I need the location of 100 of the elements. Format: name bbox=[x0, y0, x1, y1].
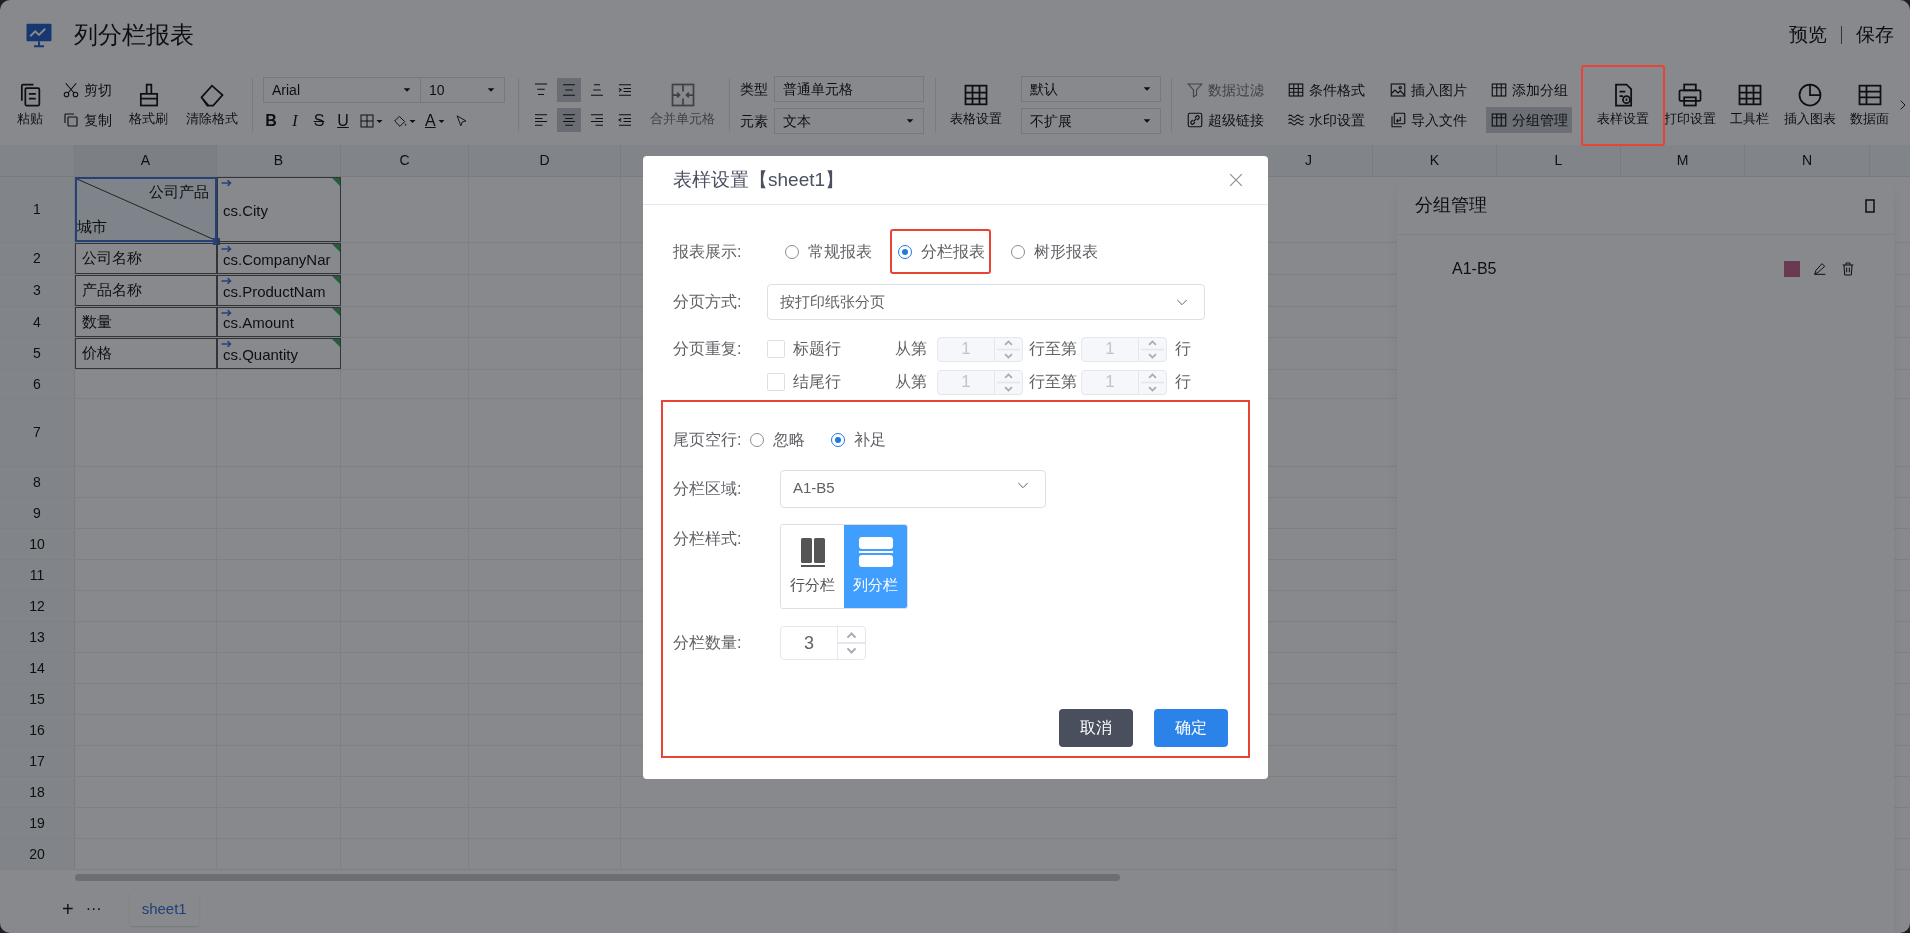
column-header[interactable]: C bbox=[341, 145, 469, 176]
row-header[interactable]: 15 bbox=[0, 684, 75, 714]
toolbar-button[interactable]: 插入图片 bbox=[1384, 77, 1471, 103]
table-cell[interactable]: cs.CompanyNar bbox=[217, 243, 341, 274]
row-header[interactable]: 11 bbox=[0, 560, 75, 590]
row-header[interactable]: 1 bbox=[0, 177, 75, 242]
dropdown-select[interactable]: 默认 bbox=[1021, 76, 1161, 102]
row-header[interactable]: 9 bbox=[0, 498, 75, 528]
table-cell[interactable]: cs.Amount bbox=[217, 307, 341, 337]
table-cell[interactable]: 公司产品 城市 bbox=[75, 177, 217, 242]
toolbar-button[interactable]: 数据面 bbox=[1846, 76, 1893, 134]
table-cell[interactable]: 数量 bbox=[75, 307, 217, 337]
toolbar-button[interactable]: 工具栏 bbox=[1726, 76, 1773, 134]
style-option[interactable]: 列分栏 bbox=[844, 525, 907, 608]
radio-option[interactable]: 补足 bbox=[831, 428, 886, 452]
column-header[interactable]: K bbox=[1373, 145, 1497, 176]
table-cell[interactable]: 公司名称 bbox=[75, 243, 217, 274]
dropdown-select[interactable]: 不扩展 bbox=[1021, 108, 1161, 134]
row-header[interactable]: 3 bbox=[0, 275, 75, 306]
table-cell[interactable]: cs.ProductNam bbox=[217, 275, 341, 306]
toolbar-button[interactable]: 插入图表 bbox=[1779, 76, 1840, 134]
size-select[interactable]: 10 bbox=[421, 77, 505, 103]
toolbar-button[interactable]: 表样设置 bbox=[1593, 76, 1653, 134]
color-swatch[interactable] bbox=[1784, 261, 1800, 277]
element-select[interactable]: 文本 bbox=[774, 108, 924, 134]
toolbar-button[interactable]: 清除格式 bbox=[181, 76, 242, 134]
radio-option[interactable]: 忽略 bbox=[750, 428, 805, 452]
toolbar-button[interactable]: 粘贴 bbox=[12, 76, 48, 134]
border-button[interactable] bbox=[359, 113, 384, 129]
group-name[interactable]: A1-B5 bbox=[1452, 257, 1497, 281]
column-header[interactable]: N bbox=[1745, 145, 1870, 176]
more-button[interactable]: ··· bbox=[85, 901, 102, 917]
fill-handle[interactable] bbox=[213, 238, 220, 245]
preview-button[interactable]: 预览 bbox=[1789, 20, 1827, 50]
area-select[interactable]: A1-B5 bbox=[780, 470, 1046, 508]
row-header[interactable]: 2 bbox=[0, 243, 75, 274]
row-header[interactable]: 14 bbox=[0, 653, 75, 683]
radio-option[interactable]: 树形报表 bbox=[1011, 240, 1098, 264]
column-header[interactable]: L bbox=[1497, 145, 1621, 176]
row-header[interactable]: 8 bbox=[0, 467, 75, 497]
format-button[interactable]: S bbox=[311, 109, 327, 133]
table-cell[interactable]: 价格 bbox=[75, 338, 217, 369]
radio-option[interactable]: 常规报表 bbox=[785, 240, 872, 264]
row-header[interactable]: 20 bbox=[0, 839, 75, 869]
table-cell[interactable]: cs.City bbox=[217, 177, 341, 242]
row-header[interactable]: 16 bbox=[0, 715, 75, 745]
table-cell[interactable]: 产品名称 bbox=[75, 275, 217, 306]
toolbar-button[interactable]: 分组管理 bbox=[1486, 107, 1572, 133]
column-header[interactable]: M bbox=[1621, 145, 1745, 176]
type-field[interactable]: 普通单元格 bbox=[774, 76, 924, 102]
pencil-icon[interactable] bbox=[1812, 261, 1828, 277]
arrow-icon bbox=[221, 246, 232, 252]
save-button[interactable]: 保存 bbox=[1856, 20, 1894, 50]
field-label: 类型 bbox=[740, 79, 768, 99]
cancel-button[interactable]: 取消 bbox=[1059, 709, 1133, 747]
font-select[interactable]: Arial bbox=[263, 77, 421, 103]
align-button[interactable] bbox=[557, 108, 581, 132]
row-header[interactable]: 12 bbox=[0, 591, 75, 621]
toolbar-button[interactable]: 水印设置 bbox=[1283, 107, 1370, 133]
format-button[interactable]: I bbox=[287, 109, 303, 133]
toolbar-button[interactable]: 表格设置 bbox=[946, 76, 1006, 134]
copy-icon bbox=[61, 111, 80, 129]
row-header[interactable]: 7 bbox=[0, 399, 75, 466]
row-header[interactable]: 19 bbox=[0, 808, 75, 838]
column-header[interactable]: A bbox=[75, 145, 217, 176]
format-button[interactable]: U bbox=[335, 109, 351, 133]
field-label: 元素 bbox=[740, 111, 768, 131]
format-button[interactable]: B bbox=[263, 109, 279, 133]
sheet-tab[interactable]: sheet1 bbox=[129, 892, 199, 926]
radio-option[interactable]: 分栏报表 bbox=[898, 240, 985, 264]
row-header[interactable]: 13 bbox=[0, 622, 75, 652]
row-header[interactable]: 6 bbox=[0, 370, 75, 398]
table-cell[interactable]: cs.Quantity bbox=[217, 338, 341, 369]
toolbar-button[interactable]: 添加分组 bbox=[1486, 77, 1572, 103]
scrollbar[interactable] bbox=[75, 874, 1120, 881]
toolbar-button[interactable]: 剪切 bbox=[57, 77, 116, 103]
toolbar-button[interactable]: 条件格式 bbox=[1283, 77, 1370, 103]
toolbar-button[interactable]: 超级链接 bbox=[1182, 107, 1268, 133]
dialog-title: 表样设置【sheet1】 bbox=[673, 167, 845, 192]
row-header[interactable]: 17 bbox=[0, 746, 75, 776]
row-header[interactable]: 4 bbox=[0, 307, 75, 337]
fill-button[interactable] bbox=[392, 113, 417, 129]
add-sheet-button[interactable]: + bbox=[62, 899, 74, 919]
row-header[interactable]: 10 bbox=[0, 529, 75, 559]
toolbar-button[interactable]: 复制 bbox=[57, 107, 116, 133]
number-field[interactable]: 3 bbox=[780, 626, 866, 660]
row-header[interactable]: 5 bbox=[0, 338, 75, 369]
column-header[interactable]: D bbox=[469, 145, 621, 176]
row-header[interactable]: 18 bbox=[0, 777, 75, 807]
column-header[interactable]: B bbox=[217, 145, 341, 176]
paging-select[interactable]: 按打印纸张分页 bbox=[767, 284, 1205, 320]
font-color-button[interactable]: A bbox=[425, 109, 446, 133]
trash-icon[interactable] bbox=[1840, 261, 1856, 277]
toolbar-button[interactable]: 格式刷 bbox=[125, 76, 173, 134]
align-button[interactable] bbox=[557, 78, 581, 102]
square-icon[interactable] bbox=[1864, 198, 1876, 213]
pointer-icon bbox=[453, 113, 469, 129]
toolbar-button[interactable]: 打印设置 bbox=[1659, 76, 1720, 134]
toolbar-button[interactable]: 导入文件 bbox=[1384, 107, 1471, 133]
confirm-button[interactable]: 确定 bbox=[1154, 709, 1228, 747]
